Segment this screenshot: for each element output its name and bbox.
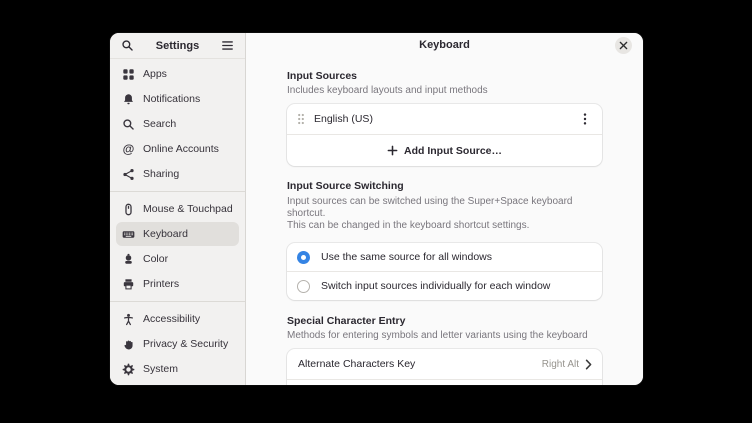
radio-button[interactable] <box>297 251 310 264</box>
gear-icon <box>122 363 135 376</box>
sidebar-item-label: Color <box>143 253 168 265</box>
colorimeter-icon <box>122 253 135 266</box>
sidebar-headerbar: Settings <box>110 33 245 59</box>
page-title: Keyboard <box>246 33 643 58</box>
input-sources-subtitle: Includes keyboard layouts and input meth… <box>287 85 602 97</box>
sidebar: Settings Apps Notifications Search @ On <box>110 33 246 385</box>
sidebar-item-label: Keyboard <box>143 228 188 240</box>
sidebar-item-label: Sharing <box>143 168 179 180</box>
sidebar-item-notifications[interactable]: Notifications <box>116 87 239 111</box>
special-characters-subtitle: Methods for entering symbols and letter … <box>287 330 602 342</box>
apps-grid-icon <box>122 68 135 81</box>
sidebar-item-system[interactable]: System <box>116 357 239 381</box>
special-characters-heading: Special Character Entry <box>287 315 602 328</box>
hand-icon <box>122 338 135 351</box>
at-icon: @ <box>122 143 135 156</box>
sidebar-item-sharing[interactable]: Sharing <box>116 162 239 186</box>
close-icon <box>619 41 628 50</box>
option-per-window-row[interactable]: Switch input sources individually for ea… <box>287 272 602 300</box>
option-label: Use the same source for all windows <box>321 251 492 263</box>
sidebar-nav: Apps Notifications Search @ Online Accou… <box>110 59 245 382</box>
switching-subtitle-line1: Input sources can be switched using the … <box>287 196 602 220</box>
input-source-row[interactable]: English (US) <box>287 104 602 134</box>
switching-card: Use the same source for all windows Swit… <box>287 243 602 300</box>
sidebar-item-privacy-security[interactable]: Privacy & Security <box>116 332 239 356</box>
sidebar-separator <box>110 301 245 302</box>
sidebar-item-online-accounts[interactable]: @ Online Accounts <box>116 137 239 161</box>
sidebar-item-search[interactable]: Search <box>116 112 239 136</box>
desktop-background: { "accent_color": "#3584e4", "sidebar": … <box>0 0 752 423</box>
drag-handle-icon[interactable] <box>297 113 305 125</box>
chevron-right-icon <box>585 359 592 370</box>
alternate-characters-key-row[interactable]: Alternate Characters Key Right Alt <box>287 349 602 379</box>
content-headerbar: Keyboard <box>246 33 643 58</box>
share-icon <box>122 168 135 181</box>
switching-heading: Input Source Switching <box>287 180 602 193</box>
sidebar-item-label: Printers <box>143 278 179 290</box>
main-menu-icon[interactable] <box>219 37 236 54</box>
mouse-icon <box>122 203 135 216</box>
sidebar-item-keyboard[interactable]: Keyboard <box>116 222 239 246</box>
sidebar-item-label: Accessibility <box>143 313 200 325</box>
row-value: Right Alt <box>542 359 579 370</box>
sidebar-item-label: Privacy & Security <box>143 338 228 350</box>
radio-button[interactable] <box>297 280 310 293</box>
option-label: Switch input sources individually for ea… <box>321 280 550 292</box>
printer-icon <box>122 278 135 291</box>
option-same-source-row[interactable]: Use the same source for all windows <box>287 243 602 271</box>
add-input-source-label: Add Input Source… <box>404 145 502 157</box>
switching-subtitle-line2: This can be changed in the keyboard shor… <box>287 220 602 232</box>
sidebar-item-apps[interactable]: Apps <box>116 62 239 86</box>
special-characters-card: Alternate Characters Key Right Alt Compo… <box>287 349 602 385</box>
close-button[interactable] <box>615 37 632 54</box>
row-label: Alternate Characters Key <box>298 358 415 370</box>
bell-icon <box>122 93 135 106</box>
input-sources-card: English (US) Add Input Source… <box>287 104 602 166</box>
settings-window: Settings Apps Notifications Search @ On <box>110 33 643 385</box>
sidebar-item-label: Online Accounts <box>143 143 219 155</box>
sidebar-item-color[interactable]: Color <box>116 247 239 271</box>
sidebar-separator <box>110 191 245 192</box>
kebab-menu-icon[interactable] <box>578 112 592 126</box>
sidebar-item-label: System <box>143 363 178 375</box>
input-source-label: English (US) <box>314 113 373 125</box>
sidebar-item-printers[interactable]: Printers <box>116 272 239 296</box>
accessibility-icon <box>122 313 135 326</box>
sidebar-item-label: Apps <box>143 68 167 80</box>
input-sources-heading: Input Sources <box>287 70 602 83</box>
sidebar-item-label: Mouse & Touchpad <box>143 203 233 215</box>
keyboard-icon <box>122 228 135 241</box>
compose-key-row[interactable]: Compose Key Disabled <box>287 380 602 385</box>
sidebar-item-label: Search <box>143 118 176 130</box>
sidebar-item-accessibility[interactable]: Accessibility <box>116 307 239 331</box>
content-pane: Keyboard Input Sources Includes keyboard… <box>246 33 643 385</box>
add-input-source-button[interactable]: Add Input Source… <box>287 135 602 166</box>
sidebar-item-label: Notifications <box>143 93 200 105</box>
keyboard-settings-page: Input Sources Includes keyboard layouts … <box>287 58 602 385</box>
sidebar-item-mouse-touchpad[interactable]: Mouse & Touchpad <box>116 197 239 221</box>
plus-icon <box>387 145 398 156</box>
search-icon[interactable] <box>119 37 136 54</box>
magnifier-icon <box>122 118 135 131</box>
